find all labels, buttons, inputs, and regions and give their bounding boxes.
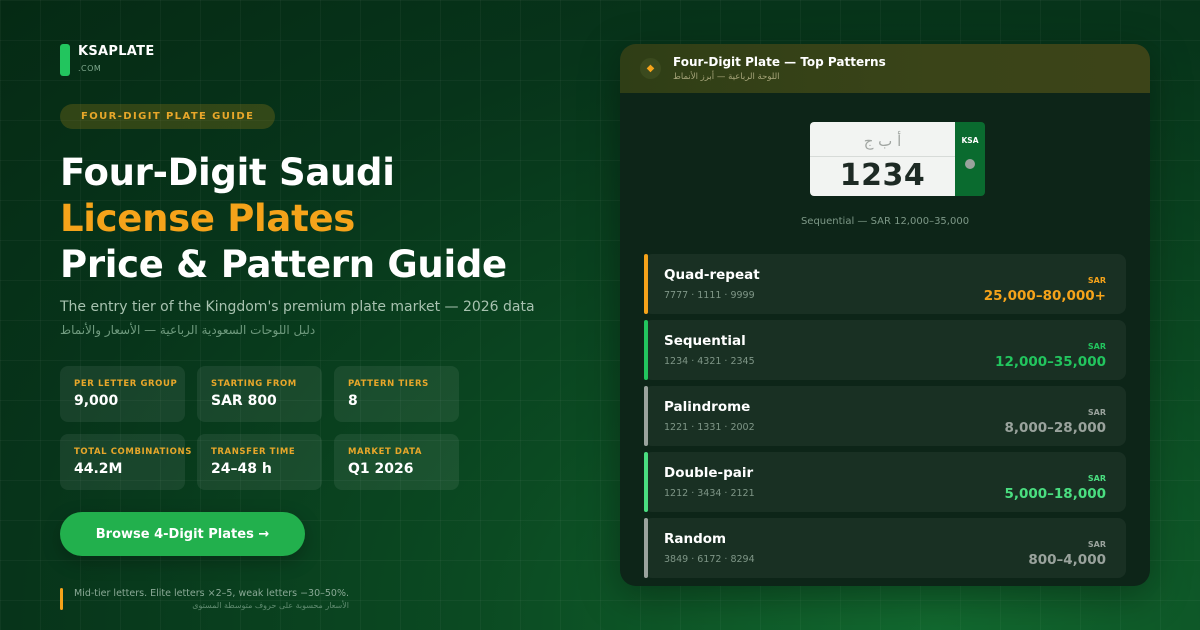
tier-row[interactable]: Random 3849 · 6172 · 8294 SAR 800–4,000 [644, 518, 1126, 578]
page-subtitle: The entry tier of the Kingdom's premium … [60, 299, 535, 315]
tier-row[interactable]: Sequential 1234 · 4321 · 2345 SAR 12,000… [644, 320, 1126, 380]
tier-name: Random [664, 531, 727, 547]
tier-currency: SAR [1087, 540, 1106, 549]
stat-value: 24–48 h [211, 461, 272, 477]
stat-value: SAR 800 [211, 393, 277, 409]
stat-card: PATTERN TIERS 8 [334, 366, 459, 422]
note-text-arabic: الأسعار محسوبة على حروف متوسطة المستوى [192, 601, 350, 610]
stat-label: PER LETTER GROUP [74, 379, 178, 389]
brand-domain: .COM [78, 64, 102, 73]
stat-card: MARKET DATA Q1 2026 [334, 434, 459, 490]
pricing-note: Mid-tier letters. Elite letters ×2–5, we… [60, 588, 349, 610]
license-plate: أ ب ج 1234 KSA [810, 122, 985, 196]
tier-row[interactable]: Double-pair 1212 · 3434 · 2121 SAR 5,000… [644, 452, 1126, 512]
plate-number: 1234 [839, 158, 926, 193]
tier-name: Palindrome [664, 399, 751, 415]
tier-name: Sequential [664, 333, 746, 349]
card-header: ◆ Four-Digit Plate — Top Patterns اللوحة… [620, 44, 1150, 93]
pattern-tier-list: Quad-repeat 7777 · 1111 · 9999 SAR 25,00… [644, 254, 1126, 584]
stat-label: TOTAL COMBINATIONS [74, 447, 192, 457]
tier-examples: 7777 · 1111 · 9999 [664, 290, 755, 301]
plate-divider [810, 156, 955, 157]
stat-card: STARTING FROM SAR 800 [197, 366, 322, 422]
note-text: Mid-tier letters. Elite letters ×2–5, we… [74, 588, 350, 599]
tier-price: 5,000–18,000 [1004, 486, 1106, 502]
title-line-1: Four-Digit Saudi [60, 151, 395, 194]
stat-label: STARTING FROM [211, 379, 297, 389]
stat-value: Q1 2026 [348, 461, 414, 477]
tier-row[interactable]: Palindrome 1221 · 1331 · 2002 SAR 8,000–… [644, 386, 1126, 446]
brand-name: KSAPLATE [78, 44, 155, 59]
tier-color-bar [644, 452, 648, 512]
tier-examples: 1234 · 4321 · 2345 [664, 356, 755, 367]
browse-plates-button[interactable]: Browse 4-Digit Plates → [60, 512, 305, 556]
stat-card: TRANSFER TIME 24–48 h [197, 434, 322, 490]
plate-country-strip: KSA [955, 122, 985, 196]
page-subtitle-arabic: دليل اللوحات السعودية الرباعية — الأسعار… [60, 323, 316, 337]
tier-color-bar [644, 386, 648, 446]
card-subtitle-arabic: اللوحة الرباعية — أبرز الأنماط [673, 72, 780, 82]
page-title: Four-Digit Saudi License Plates Price & … [60, 150, 507, 288]
logo-mark [60, 44, 70, 76]
tier-examples: 1212 · 3434 · 2121 [664, 488, 755, 499]
stat-value: 44.2M [74, 461, 123, 477]
title-line-2: License Plates [60, 197, 355, 240]
plate-caption: Sequential — SAR 12,000–35,000 [800, 216, 970, 227]
plate-country-code: KSA [961, 136, 979, 145]
tier-currency: SAR [1087, 474, 1106, 483]
plate-letters-arabic: أ ب ج [863, 132, 902, 150]
diamond-icon: ◆ [640, 58, 661, 79]
tier-row[interactable]: Quad-repeat 7777 · 1111 · 9999 SAR 25,00… [644, 254, 1126, 314]
title-line-3: Price & Pattern Guide [60, 243, 507, 286]
plate-face: أ ب ج 1234 [810, 122, 955, 196]
stat-card: PER LETTER GROUP 9,000 [60, 366, 185, 422]
tier-price: 12,000–35,000 [995, 354, 1106, 370]
tier-currency: SAR [1087, 276, 1106, 285]
stat-card: TOTAL COMBINATIONS 44.2M [60, 434, 192, 490]
brand-logo[interactable]: KSAPLATE .COM [60, 44, 155, 76]
tier-name: Quad-repeat [664, 267, 760, 283]
card-title: Four-Digit Plate — Top Patterns [673, 55, 886, 69]
tier-currency: SAR [1087, 408, 1106, 417]
tier-currency: SAR [1087, 342, 1106, 351]
tier-examples: 1221 · 1331 · 2002 [664, 422, 755, 433]
stat-label: PATTERN TIERS [348, 379, 429, 389]
note-accent-bar [60, 588, 63, 610]
stats-grid: PER LETTER GROUP 9,000 STARTING FROM SAR… [60, 366, 459, 490]
stat-value: 8 [348, 393, 358, 409]
tier-price: 800–4,000 [1028, 552, 1106, 568]
patterns-card: ◆ Four-Digit Plate — Top Patterns اللوحة… [620, 44, 1150, 586]
tier-color-bar [644, 320, 648, 380]
stat-value: 9,000 [74, 393, 119, 409]
guide-badge: FOUR-DIGIT PLATE GUIDE [60, 104, 276, 129]
tier-name: Double-pair [664, 465, 754, 481]
stat-label: MARKET DATA [348, 447, 423, 457]
tier-examples: 3849 · 6172 · 8294 [664, 554, 755, 565]
tier-price: 8,000–28,000 [1004, 420, 1106, 436]
stat-label: TRANSFER TIME [211, 447, 296, 457]
tier-color-bar [644, 254, 648, 314]
plate-emblem-icon [965, 159, 975, 169]
tier-price: 25,000–80,000+ [983, 288, 1106, 304]
tier-color-bar [644, 518, 648, 578]
